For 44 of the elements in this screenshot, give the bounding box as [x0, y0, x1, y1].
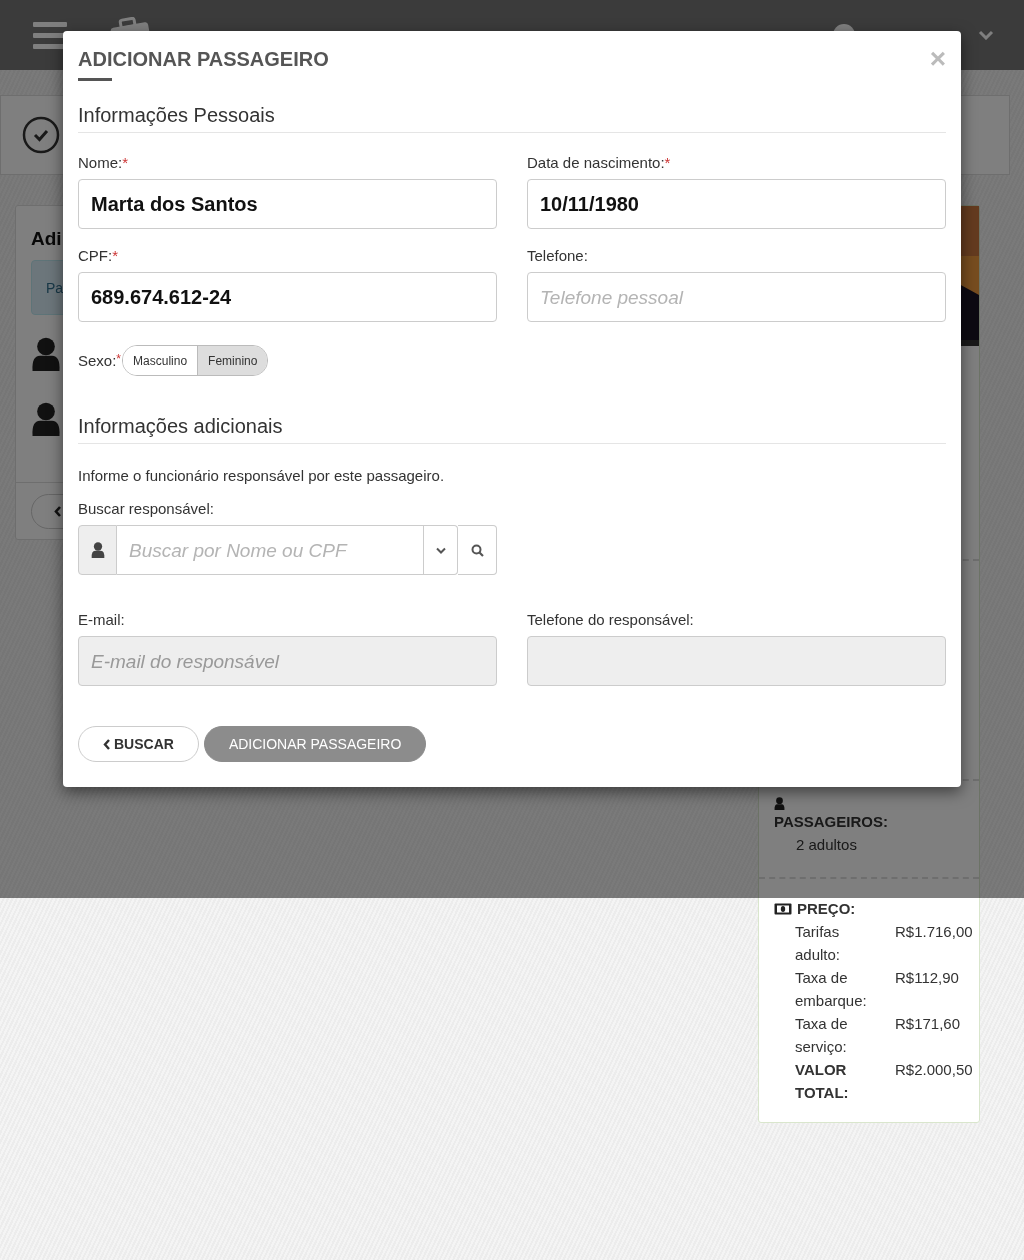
section-heading: Informações Pessoais: [78, 102, 946, 133]
chevron-left-icon: [54, 505, 62, 517]
passengers-label: PASSAGEIROS:: [774, 812, 889, 832]
input-field[interactable]: 10/11/1980: [527, 179, 946, 229]
hint-text: Informe o funcionário responsável por este passageiro.: [78, 466, 446, 486]
check-circle-icon: [22, 116, 60, 154]
input-field[interactable]: Marta dos Santos: [78, 179, 497, 229]
field-label: Telefone:: [527, 246, 589, 266]
field-label: Nome:*: [78, 153, 130, 173]
chevron-down-icon: [435, 546, 446, 554]
back-button[interactable]: BUSCAR: [78, 726, 199, 762]
price-value: R$112,90: [895, 968, 960, 988]
user-icon: [90, 542, 105, 558]
input-field[interactable]: Telefone pessoal: [527, 272, 946, 322]
field-label: Data de nascimento:*: [527, 153, 672, 173]
price-value: R$171,60: [895, 1014, 962, 1034]
field-label: Sexo:*: [78, 352, 122, 369]
modal-title: ADICIONAR PASSAGEIRO: [78, 47, 329, 72]
price-label: PREÇO:: [797, 899, 856, 919]
user-icon: [774, 797, 785, 810]
search-icon: [470, 543, 484, 557]
price-item-label: Taxa de serviço:: [795, 1014, 849, 1057]
person-icon: [31, 337, 61, 371]
money-icon: [774, 902, 792, 915]
search-button[interactable]: [458, 525, 497, 575]
input-field[interactable]: 689.674.612-24: [78, 272, 497, 322]
price-value: R$1.716,00: [895, 922, 973, 942]
field-label: CPF:*: [78, 246, 119, 266]
sex-option[interactable]: Feminino: [197, 346, 268, 375]
price-item-label: Taxa de embarque:: [795, 968, 868, 1011]
field-label: Telefone do responsável:: [527, 610, 695, 630]
section-heading: Informações adicionais: [78, 413, 946, 444]
total-value: R$2.000,50: [895, 1060, 973, 1080]
chevron-left-icon: [103, 738, 111, 750]
field-label: Buscar responsável:: [78, 499, 215, 519]
search-field[interactable]: Buscar por Nome ou CPF: [117, 525, 424, 575]
person-icon: [31, 402, 61, 436]
card-title: Adi: [31, 227, 63, 251]
passengers-count: 2 adultos: [795, 835, 858, 855]
price-item-label: Tarifas adulto:: [795, 922, 842, 965]
menu-icon[interactable]: [33, 21, 67, 49]
chevron-down-icon[interactable]: [978, 30, 994, 40]
field-label: E-mail:: [78, 610, 126, 630]
total-label: VALOR TOTAL:: [795, 1060, 850, 1103]
